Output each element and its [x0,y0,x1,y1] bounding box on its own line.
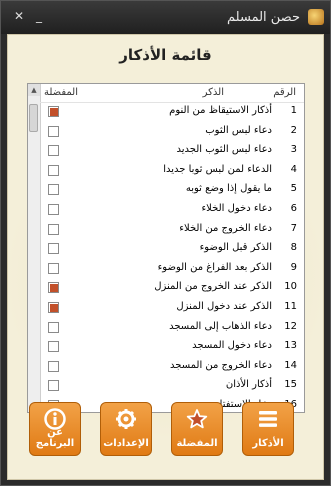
list-item[interactable]: الذكر عند دخول المنزل 11 [40,300,304,316]
main-panel: قائمة الأذكار ▲ المفضلة الذكر الرقم أذكا… [7,34,324,480]
favorites-button[interactable]: المفضلة [171,402,223,456]
app-icon [308,9,324,25]
favorite-checkbox[interactable] [48,145,59,157]
favorite-checkbox[interactable] [48,302,59,313]
page-title: قائمة الأذكار [119,46,212,64]
favorite-checkbox[interactable] [48,204,59,215]
about-label: عن البرنامج [35,427,75,449]
dhikr-title: الذكر قبل الوضوء [199,242,272,254]
dhikr-number: 6 [290,203,297,214]
dhikr-number: 12 [284,320,297,332]
adhkar-label: الأذكار [252,438,284,449]
dhikr-title: دعاء الخروج من الخلاء [179,222,272,234]
favorite-checkbox[interactable] [48,321,59,333]
dhikr-number: 5 [290,183,297,195]
dhikr-title: الذكر بعد الفراغ من الوضوء [157,261,272,273]
list-item[interactable]: الذكر قبل الوضوء 8 [40,241,304,257]
list-item[interactable]: أذكار الاستيقاظ من النوم 1 [40,104,304,120]
app-window: ✕ _ حصن المسلم قائمة الأذكار ▲ المفضلة ا… [0,0,331,486]
favorite-checkbox[interactable] [48,243,59,255]
dhikr-number: 13 [284,340,297,352]
dhikr-number: 10 [284,281,297,293]
dhikr-number: 1 [290,105,297,116]
dhikr-title: الدعاء لمن لبس ثوبا جديدا [163,163,272,175]
dhikr-title: أذكار الأذان [225,379,272,391]
dhikr-number: 14 [284,359,297,371]
menu-list-icon [259,411,277,427]
window-title: حصن المسلم [227,10,300,25]
list-item[interactable]: الدعاء لمن لبس ثوبا جديدا 4 [40,163,304,179]
title-bar[interactable]: ✕ _ حصن المسلم [1,1,330,34]
dhikr-number: 9 [290,261,297,273]
favorite-checkbox[interactable] [48,360,59,372]
dhikr-title: دعاء دخول المسجد [192,340,272,352]
column-number[interactable]: الرقم [273,87,296,98]
list-item[interactable]: دعاء دخول الخلاء 6 [40,202,304,218]
list-item[interactable]: الذكر عند الخروج من المنزل 10 [40,280,304,296]
dhikr-title: دعاء الخروج من المسجد [170,359,272,371]
list-item[interactable]: دعاء لبس الثوب الجديد 3 [40,143,304,159]
favorite-checkbox[interactable] [48,282,59,294]
dhikr-title: أذكار الاستيقاظ من النوم [169,105,272,116]
settings-button[interactable]: الإعدادات [100,402,152,456]
dhikr-title: ما يقول إذا وضع ثوبه [185,183,272,195]
bottom-toolbar: عن البرنامج الإعدادات المفضلة الأذكار [8,402,323,462]
dhikr-title: الذكر عند الخروج من المنزل [154,281,272,293]
scroll-up-icon[interactable]: ▲ [28,84,40,96]
list-item[interactable]: أذكار الأذان 15 [40,378,304,394]
gear-icon [116,409,136,429]
favorite-checkbox[interactable] [48,125,59,137]
list-item[interactable]: دعاء الخروج من المسجد 14 [40,359,304,375]
list-item[interactable]: دعاء لبس الثوب 2 [40,124,304,140]
dhikr-title: دعاء الذهاب إلى المسجد [169,320,272,332]
dhikr-number: 4 [290,163,297,175]
star-icon [186,409,208,429]
dhikr-title: دعاء لبس الثوب الجديد [176,144,272,156]
favorite-checkbox[interactable] [48,262,59,274]
dhikr-number: 7 [290,222,297,234]
about-button[interactable]: عن البرنامج [29,402,81,456]
list-item[interactable]: دعاء الذهاب إلى المسجد 12 [40,320,304,336]
favorite-checkbox[interactable] [48,184,59,196]
favorite-checkbox[interactable] [48,341,59,353]
dhikr-title: الذكر عند دخول المنزل [176,301,272,312]
minimize-icon[interactable]: _ [31,8,47,24]
adhkar-list[interactable]: ▲ المفضلة الذكر الرقم أذكار الاستيقاظ من… [27,83,305,413]
list-item[interactable]: الذكر بعد الفراغ من الوضوء 9 [40,261,304,277]
adhkar-button[interactable]: الأذكار [242,402,294,456]
favorite-checkbox[interactable] [48,164,59,176]
dhikr-title: دعاء دخول الخلاء [201,203,272,214]
dhikr-number: 11 [284,301,297,312]
list-item[interactable]: دعاء دخول المسجد 13 [40,339,304,355]
column-dhikr[interactable]: الذكر [203,87,224,98]
settings-label: الإعدادات [103,438,149,449]
dhikr-number: 8 [290,242,297,254]
favorite-checkbox[interactable] [48,223,59,235]
scroll-thumb[interactable] [29,104,38,132]
close-icon[interactable]: ✕ [11,8,27,24]
favorite-checkbox[interactable] [48,380,59,392]
list-item[interactable]: دعاء الخروج من الخلاء 7 [40,222,304,238]
list-header: المفضلة الذكر الرقم [40,84,304,103]
dhikr-number: 2 [290,124,297,136]
favorites-label: المفضلة [176,438,218,449]
dhikr-number: 15 [284,379,297,391]
dhikr-title: دعاء لبس الثوب [205,124,272,136]
favorite-checkbox[interactable] [48,106,59,117]
dhikr-number: 3 [290,144,297,156]
column-favorite[interactable]: المفضلة [44,87,78,98]
list-item[interactable]: ما يقول إذا وضع ثوبه 5 [40,182,304,198]
